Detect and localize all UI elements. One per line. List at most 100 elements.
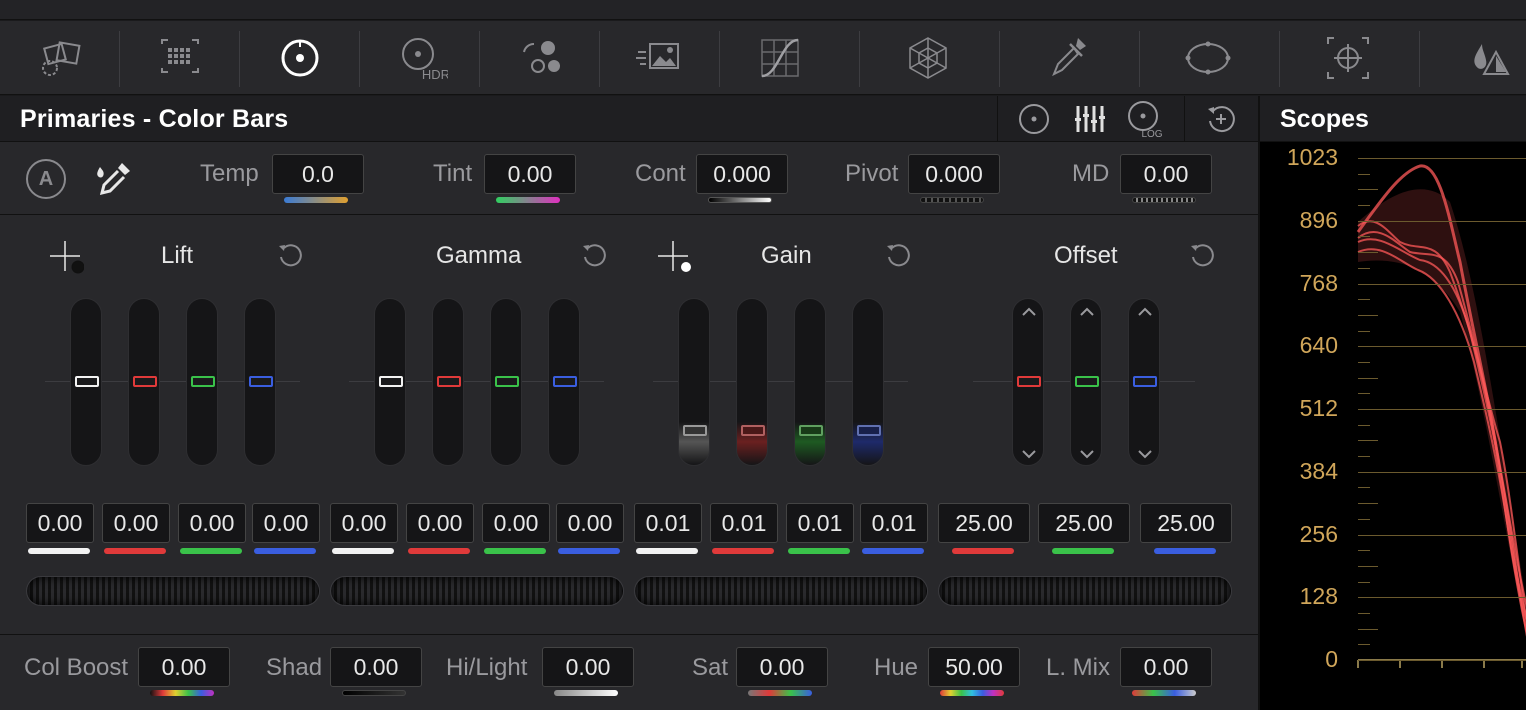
slider-knob[interactable] (553, 376, 577, 387)
slider-knob[interactable] (741, 425, 765, 436)
scope-tick (1358, 581, 1370, 583)
chevron-up-icon[interactable] (1136, 303, 1154, 321)
shad-input[interactable]: 0.00 (330, 647, 422, 687)
gain-picker-icon[interactable] (656, 239, 692, 275)
pivot-input[interactable]: 0.000 (908, 154, 1000, 194)
gamma-green-value[interactable]: 0.00 (482, 503, 550, 543)
lmix-input[interactable]: 0.00 (1120, 647, 1212, 687)
chevron-up-icon[interactable] (1020, 303, 1038, 321)
gamma-master-value[interactable]: 0.00 (330, 503, 398, 543)
slider-knob[interactable] (799, 425, 823, 436)
temp-input[interactable]: 0.0 (272, 154, 364, 194)
gamma-blue-slider[interactable] (548, 298, 580, 466)
lift-green-slider[interactable] (186, 298, 218, 466)
slider-knob[interactable] (1133, 376, 1157, 387)
blue-bar (254, 548, 316, 554)
primaries-button[interactable] (240, 21, 360, 95)
eyedropper-icon[interactable] (94, 159, 134, 199)
hilight-input[interactable]: 0.00 (542, 647, 634, 687)
motion-effects-button[interactable] (600, 21, 720, 95)
gain-red-slider[interactable] (736, 298, 768, 466)
lift-master-slider[interactable] (70, 298, 102, 466)
scope-scale-label: 768 (1299, 269, 1338, 296)
slider-knob[interactable] (379, 376, 403, 387)
md-input[interactable]: 0.00 (1120, 154, 1212, 194)
gain-green-slider[interactable] (794, 298, 826, 466)
lift-master-jog[interactable] (26, 576, 320, 606)
color-match-button[interactable] (120, 21, 240, 95)
gain-red-value[interactable]: 0.01 (710, 503, 778, 543)
curves-button[interactable] (720, 21, 840, 95)
gamma-reset-icon[interactable] (580, 241, 610, 271)
lift-red-slider[interactable] (128, 298, 160, 466)
offset-green-slider[interactable] (1070, 298, 1102, 466)
camera-raw-button[interactable] (0, 21, 120, 95)
slider-knob[interactable] (191, 376, 215, 387)
offset-reset-icon[interactable] (1188, 241, 1218, 271)
gamma-master-slider[interactable] (374, 298, 406, 466)
col-boost-input[interactable]: 0.00 (138, 647, 230, 687)
lift-green-value[interactable]: 0.00 (178, 503, 246, 543)
chevron-up-icon[interactable] (1078, 303, 1096, 321)
lift-picker-icon[interactable] (48, 239, 84, 275)
offset-red-slider[interactable] (1012, 298, 1044, 466)
lift-blue-value[interactable]: 0.00 (252, 503, 320, 543)
gain-blue-value[interactable]: 0.01 (860, 503, 928, 543)
offset-master-jog[interactable] (938, 576, 1232, 606)
gamma-red-value[interactable]: 0.00 (406, 503, 474, 543)
cont-input[interactable]: 0.000 (696, 154, 788, 194)
hue-input[interactable]: 50.00 (928, 647, 1020, 687)
slider-knob[interactable] (133, 376, 157, 387)
gain-master-jog[interactable] (634, 576, 928, 606)
log-mode-button[interactable]: LOG (1115, 96, 1177, 142)
rgb-mixer-button[interactable] (480, 21, 600, 95)
gamma-master-jog[interactable] (330, 576, 624, 606)
slider-knob[interactable] (1075, 376, 1099, 387)
scope-tick (1358, 252, 1378, 254)
color-warper-button[interactable] (868, 21, 988, 95)
offset-blue-slider[interactable] (1128, 298, 1160, 466)
lift-reset-icon[interactable] (276, 241, 306, 271)
slider-knob[interactable] (683, 425, 707, 436)
gamma-blue-value[interactable]: 0.00 (556, 503, 624, 543)
scope-tick (1358, 236, 1370, 238)
gain-master-value[interactable]: 0.01 (634, 503, 702, 543)
hdr-button[interactable]: HDR (360, 21, 480, 95)
tracker-button[interactable] (1288, 21, 1408, 95)
reset-all-button[interactable] (1190, 96, 1252, 142)
offset-red-value[interactable]: 25.00 (938, 503, 1030, 543)
lift-red-value[interactable]: 0.00 (102, 503, 170, 543)
offset-blue-value[interactable]: 25.00 (1140, 503, 1232, 543)
chevron-down-icon[interactable] (1136, 445, 1154, 463)
sat-input[interactable]: 0.00 (736, 647, 828, 687)
chevron-down-icon[interactable] (1020, 445, 1038, 463)
tint-input[interactable]: 0.00 (484, 154, 576, 194)
auto-balance-button[interactable]: A (26, 159, 66, 199)
chevron-down-icon[interactable] (1078, 445, 1096, 463)
slider-knob[interactable] (437, 376, 461, 387)
slider-knob[interactable] (249, 376, 273, 387)
gain-blue-slider[interactable] (852, 298, 884, 466)
gain-green-value[interactable]: 0.01 (786, 503, 854, 543)
hdr-wheels-icon: HDR (402, 38, 448, 82)
wheels-mode-button[interactable] (1003, 96, 1065, 142)
scope-gridline (1358, 534, 1526, 536)
qualifier-button[interactable] (1008, 21, 1128, 95)
slider-knob[interactable] (495, 376, 519, 387)
gain-reset-icon[interactable] (884, 241, 914, 271)
window-button[interactable] (1148, 21, 1268, 95)
slider-knob[interactable] (75, 376, 99, 387)
offset-green-value[interactable]: 25.00 (1038, 503, 1130, 543)
gamma-red-slider[interactable] (432, 298, 464, 466)
lift-blue-slider[interactable] (244, 298, 276, 466)
scope-gridline (1358, 471, 1526, 473)
gain-master-slider[interactable] (678, 298, 710, 466)
hilight-bar (554, 690, 618, 696)
lift-master-value[interactable]: 0.00 (26, 503, 94, 543)
slider-knob[interactable] (857, 425, 881, 436)
gamma-green-slider[interactable] (490, 298, 522, 466)
slider-knob[interactable] (1017, 376, 1041, 387)
blur-button[interactable] (1428, 21, 1526, 95)
toolbar-divider (1139, 31, 1140, 87)
bars-mode-button[interactable] (1059, 96, 1121, 142)
